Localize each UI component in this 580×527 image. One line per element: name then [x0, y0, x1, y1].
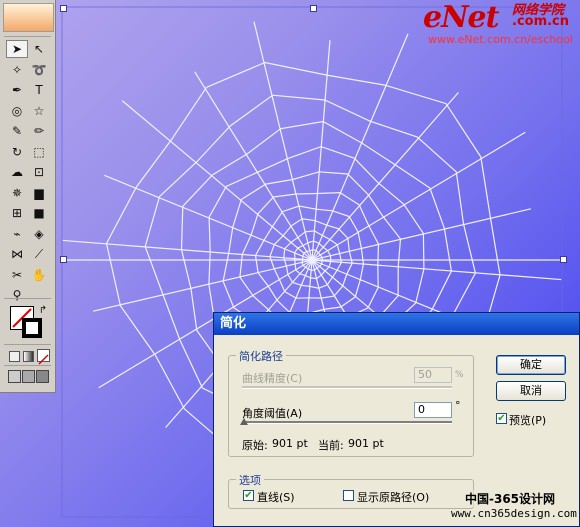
full-screen-mode-icon[interactable]	[36, 370, 49, 383]
options-legend: 选项	[236, 472, 264, 488]
curve-precision-input[interactable]: 50	[414, 367, 452, 383]
spiral-tool-icon[interactable]: ◎	[6, 102, 28, 120]
watermark-site-name: 中国-365设计网	[465, 490, 556, 507]
normal-screen-mode-icon[interactable]	[8, 370, 21, 383]
free-transform-tool-icon[interactable]: ⊡	[28, 163, 50, 181]
gradient-tool-icon[interactable]: ■	[28, 204, 50, 222]
stroke-swatch[interactable]	[22, 318, 42, 338]
symbol-sprayer-tool-icon[interactable]: ✵	[6, 184, 28, 202]
original-points-value: 901 pt	[272, 437, 308, 450]
column-graph-tool-icon[interactable]: ▆	[28, 184, 50, 202]
show-original-checkbox[interactable]	[343, 490, 354, 501]
bounding-box-handle[interactable]	[310, 5, 317, 12]
app-logo	[3, 3, 54, 32]
watermark-site-url: www.cn365design.com	[451, 507, 577, 520]
straight-lines-label[interactable]: 直线(S)	[257, 489, 295, 505]
angle-unit: °	[455, 399, 461, 412]
web-spoke	[253, 21, 313, 261]
current-points-value: 901 pt	[348, 437, 384, 450]
preview-label[interactable]: 预览(P)	[509, 412, 546, 428]
slice-tool-icon[interactable]: ⟋	[28, 245, 50, 263]
full-screen-menu-mode-icon[interactable]	[22, 370, 35, 383]
scissors-tool-icon[interactable]: ✂	[6, 266, 28, 284]
zoom-tool-icon[interactable]: ⚲	[6, 286, 28, 304]
lasso-tool-icon[interactable]: ➰	[28, 61, 50, 79]
bounding-box-handle[interactable]	[60, 5, 67, 12]
web-spoke	[311, 92, 459, 261]
selection-tool-icon[interactable]: ➤	[6, 40, 28, 58]
eyedropper-tool-icon[interactable]: ⌁	[6, 225, 28, 243]
toolbox-divider	[4, 344, 51, 345]
watermark-brand: eNet	[423, 0, 499, 35]
preview-checkbox[interactable]: ✔	[496, 413, 507, 424]
warp-tool-icon[interactable]: ☁	[6, 163, 28, 181]
straight-lines-checkbox[interactable]: ✔	[243, 490, 254, 501]
color-mode-icon[interactable]	[9, 351, 20, 362]
angle-threshold-label: 角度阈值(A)	[242, 407, 303, 420]
web-spoke	[311, 33, 409, 261]
hand-tool-icon[interactable]: ✋	[28, 266, 50, 284]
show-original-label[interactable]: 显示原路径(O)	[357, 489, 429, 505]
simplify-path-legend: 简化路径	[236, 348, 286, 364]
paintbrush-tool-icon[interactable]: ✎	[6, 122, 28, 140]
web-spoke	[311, 131, 526, 261]
watermark-url: www.eNet.com.cn/eschool	[428, 33, 573, 46]
swap-fill-stroke-icon[interactable]: ↱	[36, 304, 50, 316]
angle-threshold-slider[interactable]	[242, 421, 452, 424]
angle-threshold-input[interactable]: 0	[414, 402, 452, 418]
bounding-box-handle[interactable]	[60, 256, 67, 263]
type-tool-icon[interactable]: T	[28, 81, 50, 99]
bounding-box-handle[interactable]	[560, 256, 567, 263]
dialog-title[interactable]: 简化	[214, 313, 579, 335]
web-spoke	[194, 71, 313, 261]
tools-panel: ➤ ↖ ✧ ➰ ✒ T ◎ ☆ ✎ ✏ ↻ ⬚ ☁ ⊡ ✵ ▆ ⊞ ■ ⌁ ◈ ⋈ ⟋ ✂ ✋ ⚲ ↱	[0, 0, 56, 393]
star-tool-icon[interactable]: ☆	[28, 102, 50, 120]
curve-precision-slider	[242, 386, 452, 389]
pencil-tool-icon[interactable]: ✏	[28, 122, 50, 140]
curve-precision-label: 曲线精度(C)	[242, 372, 303, 385]
cancel-button[interactable]: 取消	[496, 381, 566, 401]
ok-button[interactable]: 确定	[496, 355, 566, 375]
rotate-tool-icon[interactable]: ↻	[6, 143, 28, 161]
toolbox-divider	[4, 36, 51, 37]
current-points-label: 当前:	[318, 439, 344, 452]
watermark-tld: .com.cn	[512, 14, 570, 29]
toolbox-divider	[4, 365, 51, 366]
blend-tool-icon[interactable]: ⋈	[6, 245, 28, 263]
original-points-label: 原始:	[242, 439, 268, 452]
pen-tool-icon[interactable]: ✒	[6, 81, 28, 99]
angle-threshold-slider-thumb[interactable]	[240, 418, 248, 425]
gradient-mode-icon[interactable]	[23, 351, 34, 362]
scale-tool-icon[interactable]: ⬚	[28, 143, 50, 161]
mesh-tool-icon[interactable]: ⊞	[6, 204, 28, 222]
none-mode-icon[interactable]	[37, 349, 50, 365]
magic-wand-tool-icon[interactable]: ✧	[6, 61, 28, 79]
curve-precision-unit: %	[455, 370, 464, 380]
direct-selection-tool-icon[interactable]: ↖	[28, 40, 50, 58]
live-paint-tool-icon[interactable]: ◈	[28, 225, 50, 243]
toolbox-divider	[4, 298, 51, 299]
web-spoke	[93, 259, 313, 312]
